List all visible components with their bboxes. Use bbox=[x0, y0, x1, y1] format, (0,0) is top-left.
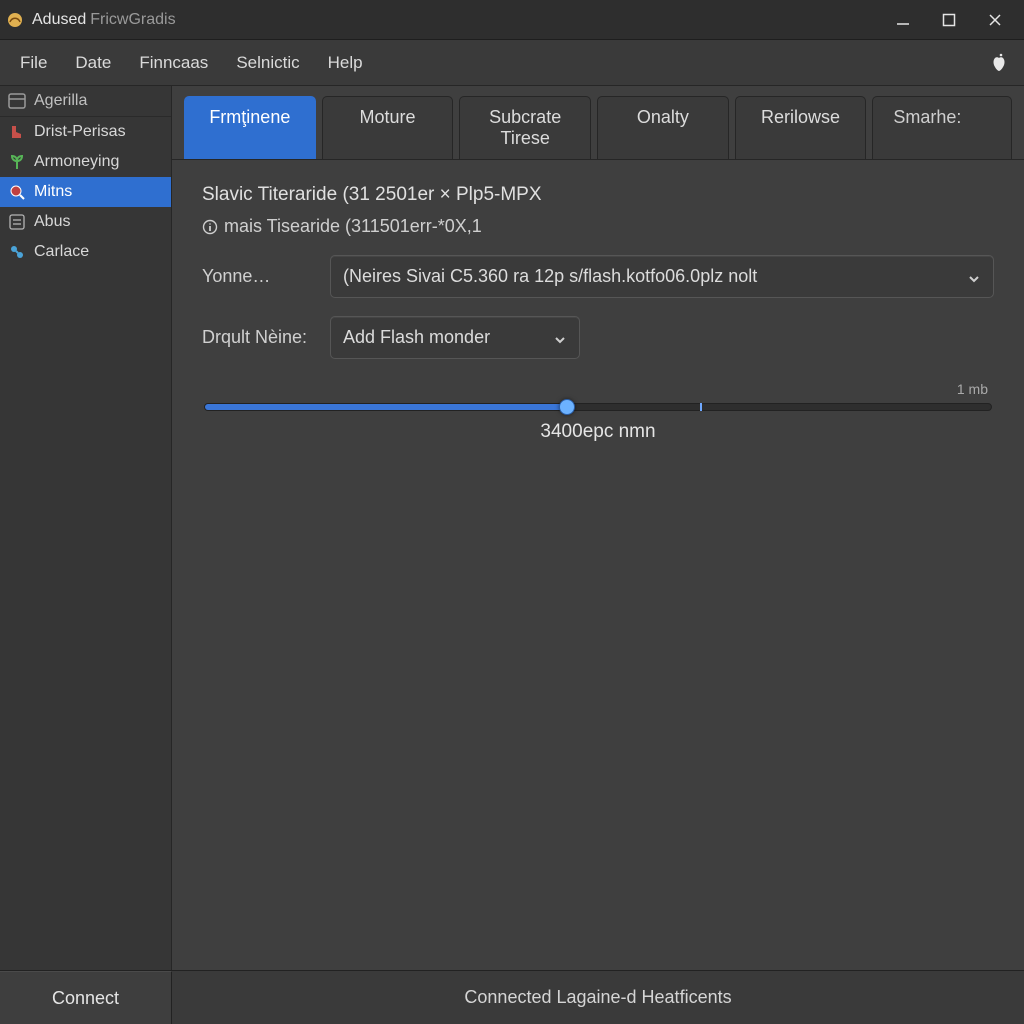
info-icon bbox=[202, 219, 218, 235]
sidebar-item-carlace[interactable]: Carlace bbox=[0, 237, 171, 267]
minimize-button[interactable] bbox=[880, 0, 926, 40]
slider-thumb[interactable] bbox=[559, 399, 575, 415]
menu-selnictic[interactable]: Selnictic bbox=[222, 47, 313, 79]
gear-apple-icon[interactable] bbox=[988, 52, 1010, 74]
sidebar-item-label: Carlace bbox=[34, 243, 89, 261]
sidebar-item-armoneying[interactable]: Armoneying bbox=[0, 147, 171, 177]
slider-value-label: 3400epc nmn bbox=[202, 421, 994, 443]
yonne-select[interactable]: (Neires Sivai C5.360 ra 12p s/flash.kotf… bbox=[330, 255, 994, 298]
slider-mark bbox=[700, 403, 702, 411]
main-pane: Frmţinene Moture Subcrate Tirese Onalty … bbox=[172, 86, 1024, 970]
menu-finncaas[interactable]: Finncaas bbox=[125, 47, 222, 79]
menu-file[interactable]: File bbox=[6, 47, 61, 79]
page-subtitle-text: mais Tisearide (311501err-*0X,1 bbox=[224, 216, 482, 237]
slider-fill bbox=[205, 404, 567, 410]
speed-slider-area: 1 mb 3400epc nmn bbox=[202, 381, 994, 443]
menubar: File Date Finncaas Selnictic Help bbox=[0, 40, 1024, 86]
window-title-strong: Adused bbox=[32, 11, 86, 29]
chevron-down-icon bbox=[967, 270, 981, 284]
drqult-label: Drqult Nèine: bbox=[202, 327, 316, 348]
page-title: Slavic Titeraride (31 2501er × Plp5-MPX bbox=[202, 184, 994, 206]
sidebar: Agerilla Drist-Perisas Armoneying Mitns bbox=[0, 86, 172, 970]
tab-moture[interactable]: Moture bbox=[322, 96, 454, 159]
bottom-bar: Connect Connected Lagaine-d Heatficents bbox=[0, 970, 1024, 1024]
row-drqult: Drqult Nèine: Add Flash monder bbox=[202, 316, 994, 359]
sidebar-heading-label: Agerilla bbox=[34, 92, 87, 110]
row-yonne: Yonne… (Neires Sivai C5.360 ra 12p s/fla… bbox=[202, 255, 994, 298]
sidebar-item-label: Mitns bbox=[34, 183, 72, 201]
sidebar-item-drist-perisas[interactable]: Drist-Perisas bbox=[0, 117, 171, 147]
speed-slider[interactable] bbox=[204, 403, 992, 411]
tab-frmtinene[interactable]: Frmţinene bbox=[184, 96, 316, 159]
menu-help[interactable]: Help bbox=[314, 47, 377, 79]
search-globe-icon bbox=[8, 183, 26, 201]
yonne-value: (Neires Sivai C5.360 ra 12p s/flash.kotf… bbox=[343, 266, 757, 287]
sidebar-item-label: Armoneying bbox=[34, 153, 119, 171]
content-pane: Slavic Titeraride (31 2501er × Plp5-MPX … bbox=[172, 159, 1024, 970]
config-icon bbox=[8, 243, 26, 261]
chevron-down-icon bbox=[553, 331, 567, 345]
connect-button[interactable]: Connect bbox=[0, 971, 172, 1024]
tab-subcrate-tirese[interactable]: Subcrate Tirese bbox=[459, 96, 591, 159]
window-controls bbox=[880, 0, 1018, 40]
sidebar-item-abus[interactable]: Abus bbox=[0, 207, 171, 237]
plant-icon bbox=[8, 153, 26, 171]
maximize-button[interactable] bbox=[926, 0, 972, 40]
slider-max-label: 1 mb bbox=[957, 381, 988, 397]
tab-rerilowse[interactable]: Rerilowse bbox=[735, 96, 867, 159]
tab-smarhe[interactable]: Smarhe: bbox=[872, 96, 1012, 159]
slider-icon bbox=[8, 213, 26, 231]
panel-icon bbox=[8, 92, 26, 110]
app-icon bbox=[6, 11, 24, 29]
window-title-rest: FricwGradis bbox=[90, 11, 175, 29]
tab-bar: Frmţinene Moture Subcrate Tirese Onalty … bbox=[172, 86, 1024, 159]
titlebar: Adused FricwGradis bbox=[0, 0, 1024, 40]
sidebar-item-label: Abus bbox=[34, 213, 70, 231]
drqult-select[interactable]: Add Flash monder bbox=[330, 316, 580, 359]
menu-date[interactable]: Date bbox=[61, 47, 125, 79]
page-subtitle: mais Tisearide (311501err-*0X,1 bbox=[202, 216, 994, 237]
sidebar-heading: Agerilla bbox=[0, 86, 171, 117]
tab-onalty[interactable]: Onalty bbox=[597, 96, 729, 159]
sidebar-item-mitns[interactable]: Mitns bbox=[0, 177, 171, 207]
drqult-value: Add Flash monder bbox=[343, 327, 490, 348]
sidebar-item-label: Drist-Perisas bbox=[34, 123, 126, 141]
yonne-label: Yonne… bbox=[202, 266, 316, 287]
status-text: Connected Lagaine-d Heatficents bbox=[172, 971, 1024, 1024]
boot-icon bbox=[8, 123, 26, 141]
close-button[interactable] bbox=[972, 0, 1018, 40]
